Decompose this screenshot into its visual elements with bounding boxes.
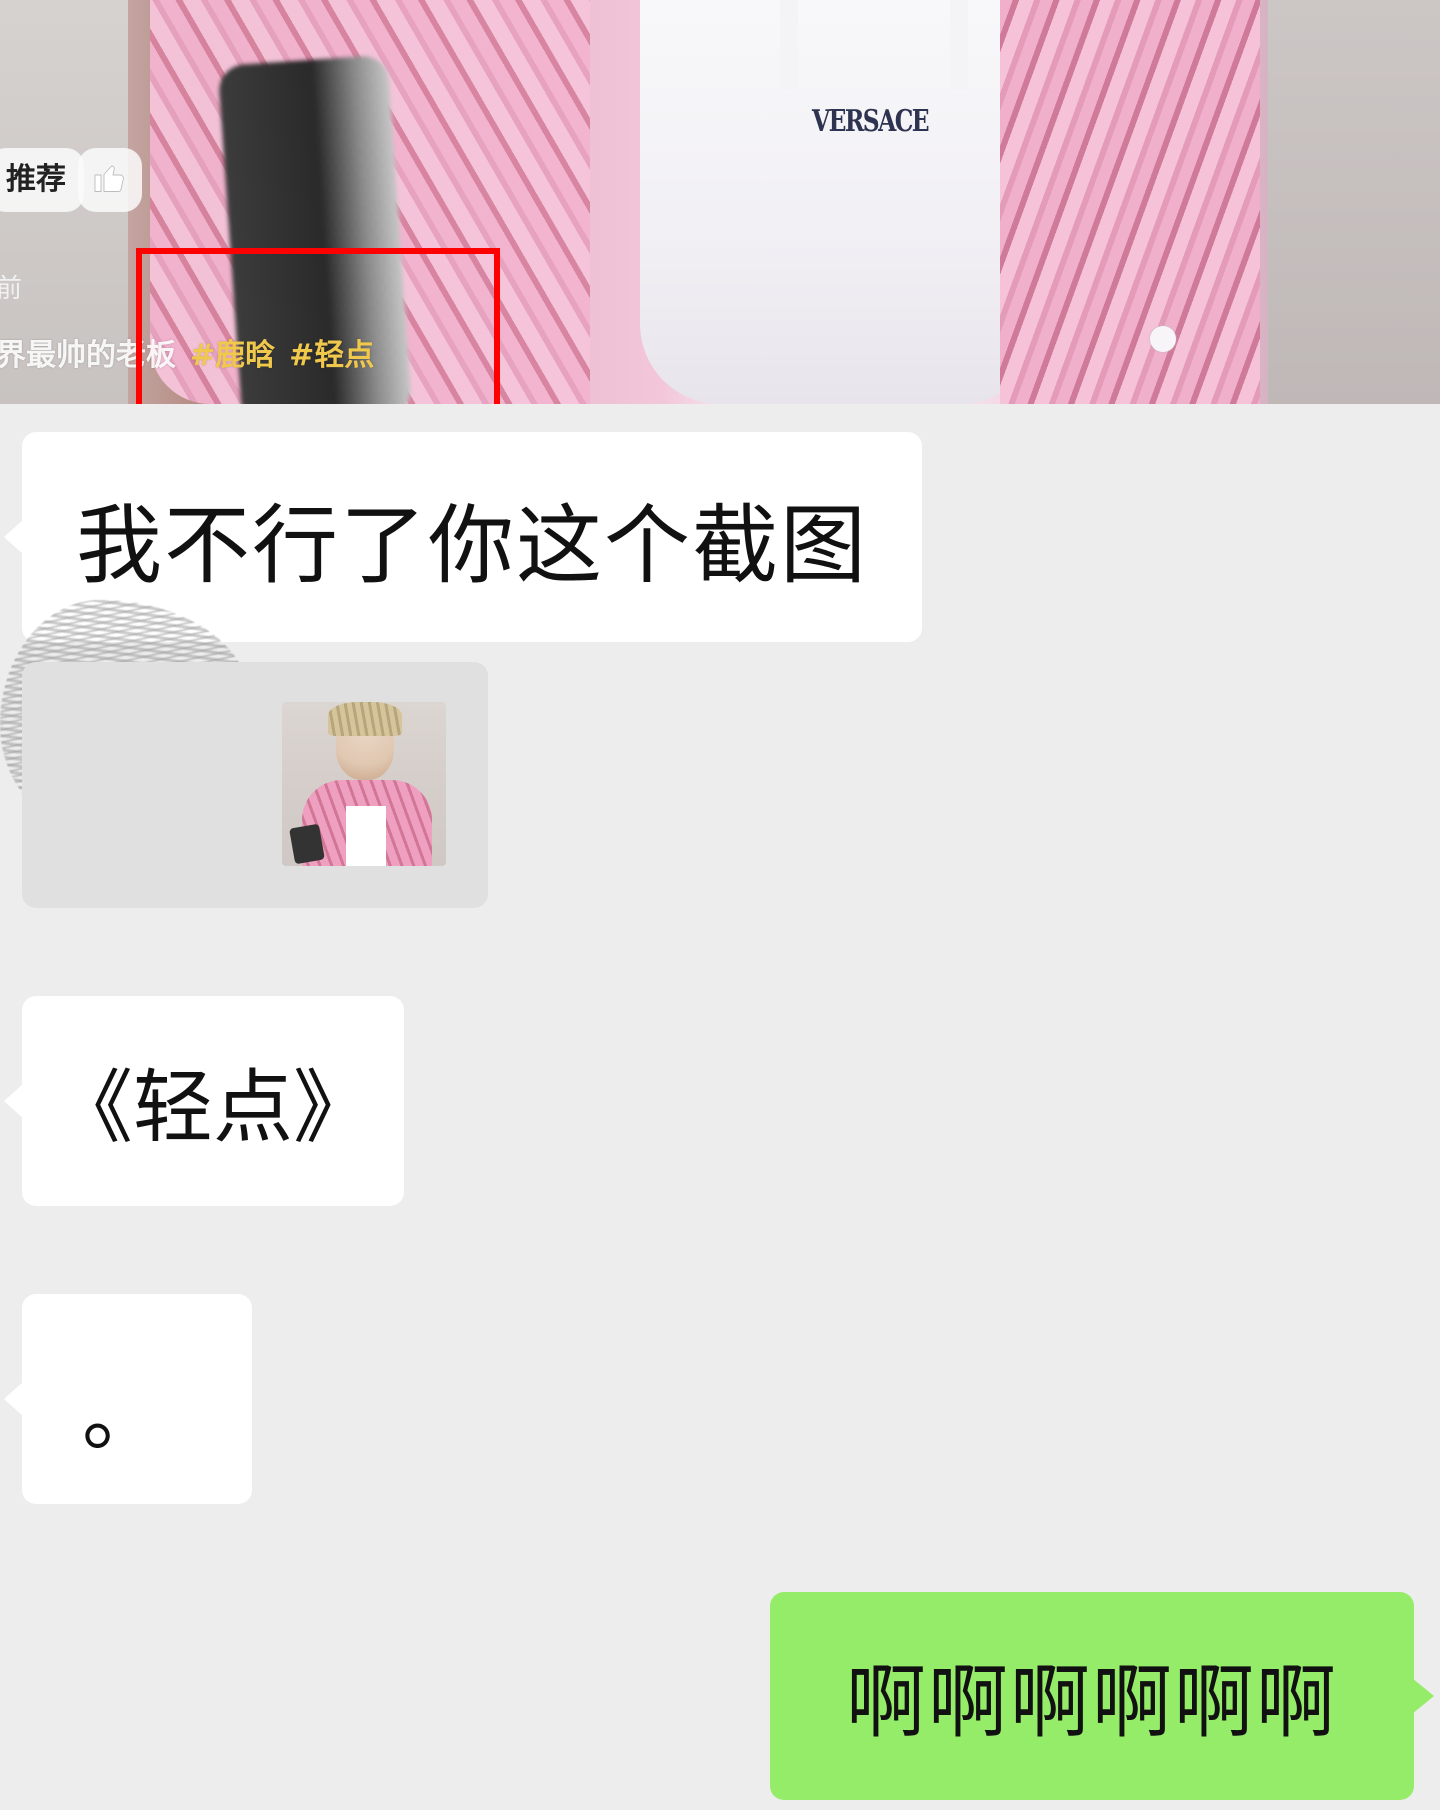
image-thumbnail[interactable]: [282, 702, 446, 866]
message-text: 。: [82, 1369, 162, 1462]
background-wall-right: [1268, 0, 1440, 404]
message-text: 啊啊啊啊啊啊: [846, 1656, 1338, 1749]
thumb-device: [289, 823, 325, 865]
post-time: 前: [0, 274, 23, 304]
tank-strap-left: [780, 0, 798, 90]
recommend-button[interactable]: 推荐: [0, 148, 84, 212]
like-button[interactable]: [78, 148, 142, 212]
white-tank-top: [640, 0, 1040, 404]
brand-logo-text: VERSACE: [812, 104, 930, 139]
tank-strap-right: [950, 0, 968, 90]
striped-shirt-right: [1000, 0, 1260, 404]
chat-bubble-outgoing[interactable]: 啊啊啊啊啊啊: [770, 1592, 1434, 1800]
message-text: 《轻点》: [53, 1061, 373, 1154]
chat-bubble-incoming[interactable]: 《轻点》: [4, 996, 404, 1206]
thumb-hair: [328, 702, 402, 736]
thumbs-up-icon: [92, 160, 128, 200]
thumb-tank: [346, 806, 386, 866]
shared-video-screenshot[interactable]: VERSACE 推荐 前 界最帅的老板 #鹿晗 #轻点: [0, 0, 1440, 404]
highlight-box: [136, 248, 500, 404]
chat-bubble-incoming[interactable]: 。: [4, 1294, 252, 1504]
shirt-button: [1150, 326, 1176, 352]
